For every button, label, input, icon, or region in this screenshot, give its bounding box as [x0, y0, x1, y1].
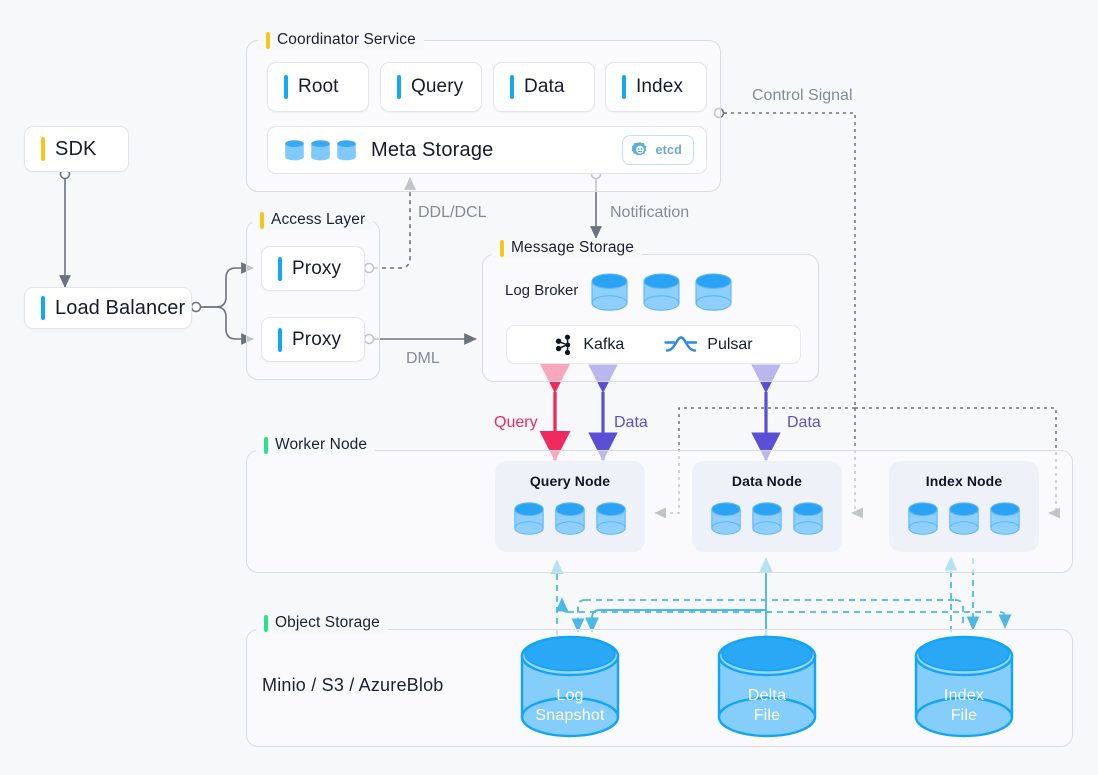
etcd-gear-icon	[632, 142, 647, 156]
proxy-1-label: Proxy	[292, 257, 342, 279]
index-file-store[interactable]: Index File	[913, 635, 1015, 745]
object-storage-providers: Minio / S3 / AzureBlob	[262, 675, 444, 695]
cylinder-icon	[337, 140, 356, 161]
control-signal-label: Control Signal	[752, 87, 853, 104]
proxy-card-2[interactable]: Proxy	[261, 317, 365, 362]
cylinder-icon	[643, 273, 680, 311]
sdk-accent-bar	[41, 137, 45, 161]
index-node-cylinders	[907, 501, 1021, 538]
query-flow-label: Query	[494, 414, 538, 431]
cylinder-icon	[520, 635, 620, 738]
load-balancer-card[interactable]: Load Balancer	[24, 287, 192, 329]
access-layer-title: Access Layer	[252, 210, 374, 230]
ddl-dcl-label: DDL/DCL	[418, 204, 487, 221]
sdk-label: SDK	[55, 137, 97, 160]
worker-node-accent-bar	[264, 436, 268, 454]
message-storage-title: Message Storage	[492, 238, 642, 258]
query-node-cylinders	[513, 501, 627, 538]
coord-card-index[interactable]: Index	[605, 62, 707, 112]
cylinder-icon	[695, 273, 732, 311]
etcd-badge[interactable]: etcd	[622, 135, 694, 165]
coord-index-accent-bar	[622, 75, 626, 99]
coordinator-accent-bar	[266, 31, 270, 49]
dml-label: DML	[406, 350, 440, 367]
cylinder-icon	[949, 502, 979, 535]
cylinder-icon	[914, 635, 1014, 738]
cylinder-icon	[752, 502, 782, 535]
meta-storage-cylinders	[284, 139, 357, 161]
index-node-label: Index Node	[925, 473, 1003, 489]
coord-root-accent-bar	[284, 75, 288, 99]
coord-query-label: Query	[411, 76, 464, 97]
object-storage-title: Object Storage	[256, 613, 388, 633]
architecture-diagram: SDK Load Balancer Access Layer Proxy Pro…	[0, 0, 1098, 775]
cylinder-icon	[311, 140, 330, 161]
pulsar-icon	[664, 335, 698, 352]
message-storage-title-text: Message Storage	[511, 239, 634, 256]
proxy-card-1[interactable]: Proxy	[261, 246, 365, 291]
coord-card-query[interactable]: Query	[380, 62, 482, 112]
coordinator-title-text: Coordinator Service	[277, 31, 416, 48]
query-node-label: Query Node	[529, 473, 611, 489]
access-layer-title-text: Access Layer	[271, 211, 366, 228]
pulsar-label: Pulsar	[707, 335, 753, 353]
index-node-box[interactable]: Index Node	[889, 461, 1039, 552]
proxy-2-accent-bar	[278, 327, 282, 352]
cylinder-icon	[285, 140, 304, 161]
sdk-card[interactable]: SDK	[24, 126, 129, 172]
data-node-cylinders	[710, 501, 824, 538]
cylinder-icon	[908, 502, 938, 535]
data-node-label: Data Node	[731, 473, 803, 489]
load-balancer-accent-bar	[41, 296, 45, 320]
proxy-2-label: Proxy	[292, 328, 342, 350]
data-node-box[interactable]: Data Node	[692, 461, 842, 552]
kafka-label: Kafka	[583, 335, 625, 353]
kafka-entry[interactable]: Kafka	[554, 334, 624, 356]
object-storage-title-text: Object Storage	[275, 614, 380, 631]
log-broker-label: Log Broker	[505, 282, 579, 299]
log-snapshot-store[interactable]: Log Snapshot	[519, 635, 621, 745]
delta-file-store[interactable]: Delta File	[716, 635, 818, 745]
cylinder-icon	[514, 502, 544, 535]
cylinder-icon	[717, 635, 817, 738]
message-storage-accent-bar	[500, 239, 504, 257]
cylinder-icon	[555, 502, 585, 535]
data-flow-label-left: Data	[614, 414, 648, 431]
cylinder-icon	[596, 502, 626, 535]
coord-root-label: Root	[298, 76, 339, 97]
cylinder-icon	[711, 502, 741, 535]
meta-storage-label: Meta Storage	[371, 138, 494, 161]
coord-query-accent-bar	[397, 75, 401, 99]
kafka-icon	[556, 334, 571, 355]
etcd-badge-label: etcd	[655, 143, 682, 157]
meta-storage-card[interactable]: Meta Storage etcd	[267, 126, 707, 174]
coord-data-label: Data	[524, 76, 565, 97]
data-flow-label-right: Data	[787, 414, 821, 431]
access-layer-accent-bar	[260, 211, 264, 229]
worker-node-title: Worker Node	[256, 435, 376, 455]
coord-card-root[interactable]: Root	[267, 62, 369, 112]
coordinator-service-title: Coordinator Service	[258, 30, 424, 50]
cylinder-icon	[793, 502, 823, 535]
query-node-box[interactable]: Query Node	[495, 461, 645, 552]
cylinder-icon	[990, 502, 1020, 535]
load-balancer-label: Load Balancer	[55, 296, 186, 319]
log-broker-cylinders	[590, 272, 733, 314]
pulsar-entry[interactable]: Pulsar	[664, 334, 753, 356]
object-storage-accent-bar	[264, 614, 268, 632]
coord-data-accent-bar	[510, 75, 514, 99]
cylinder-icon	[591, 273, 628, 311]
coord-index-label: Index	[636, 76, 683, 97]
notification-label: Notification	[610, 204, 690, 221]
worker-node-title-text: Worker Node	[275, 436, 368, 453]
message-broker-bar: Kafka Pulsar	[506, 325, 801, 364]
proxy-1-accent-bar	[278, 256, 282, 281]
coord-card-data[interactable]: Data	[493, 62, 595, 112]
